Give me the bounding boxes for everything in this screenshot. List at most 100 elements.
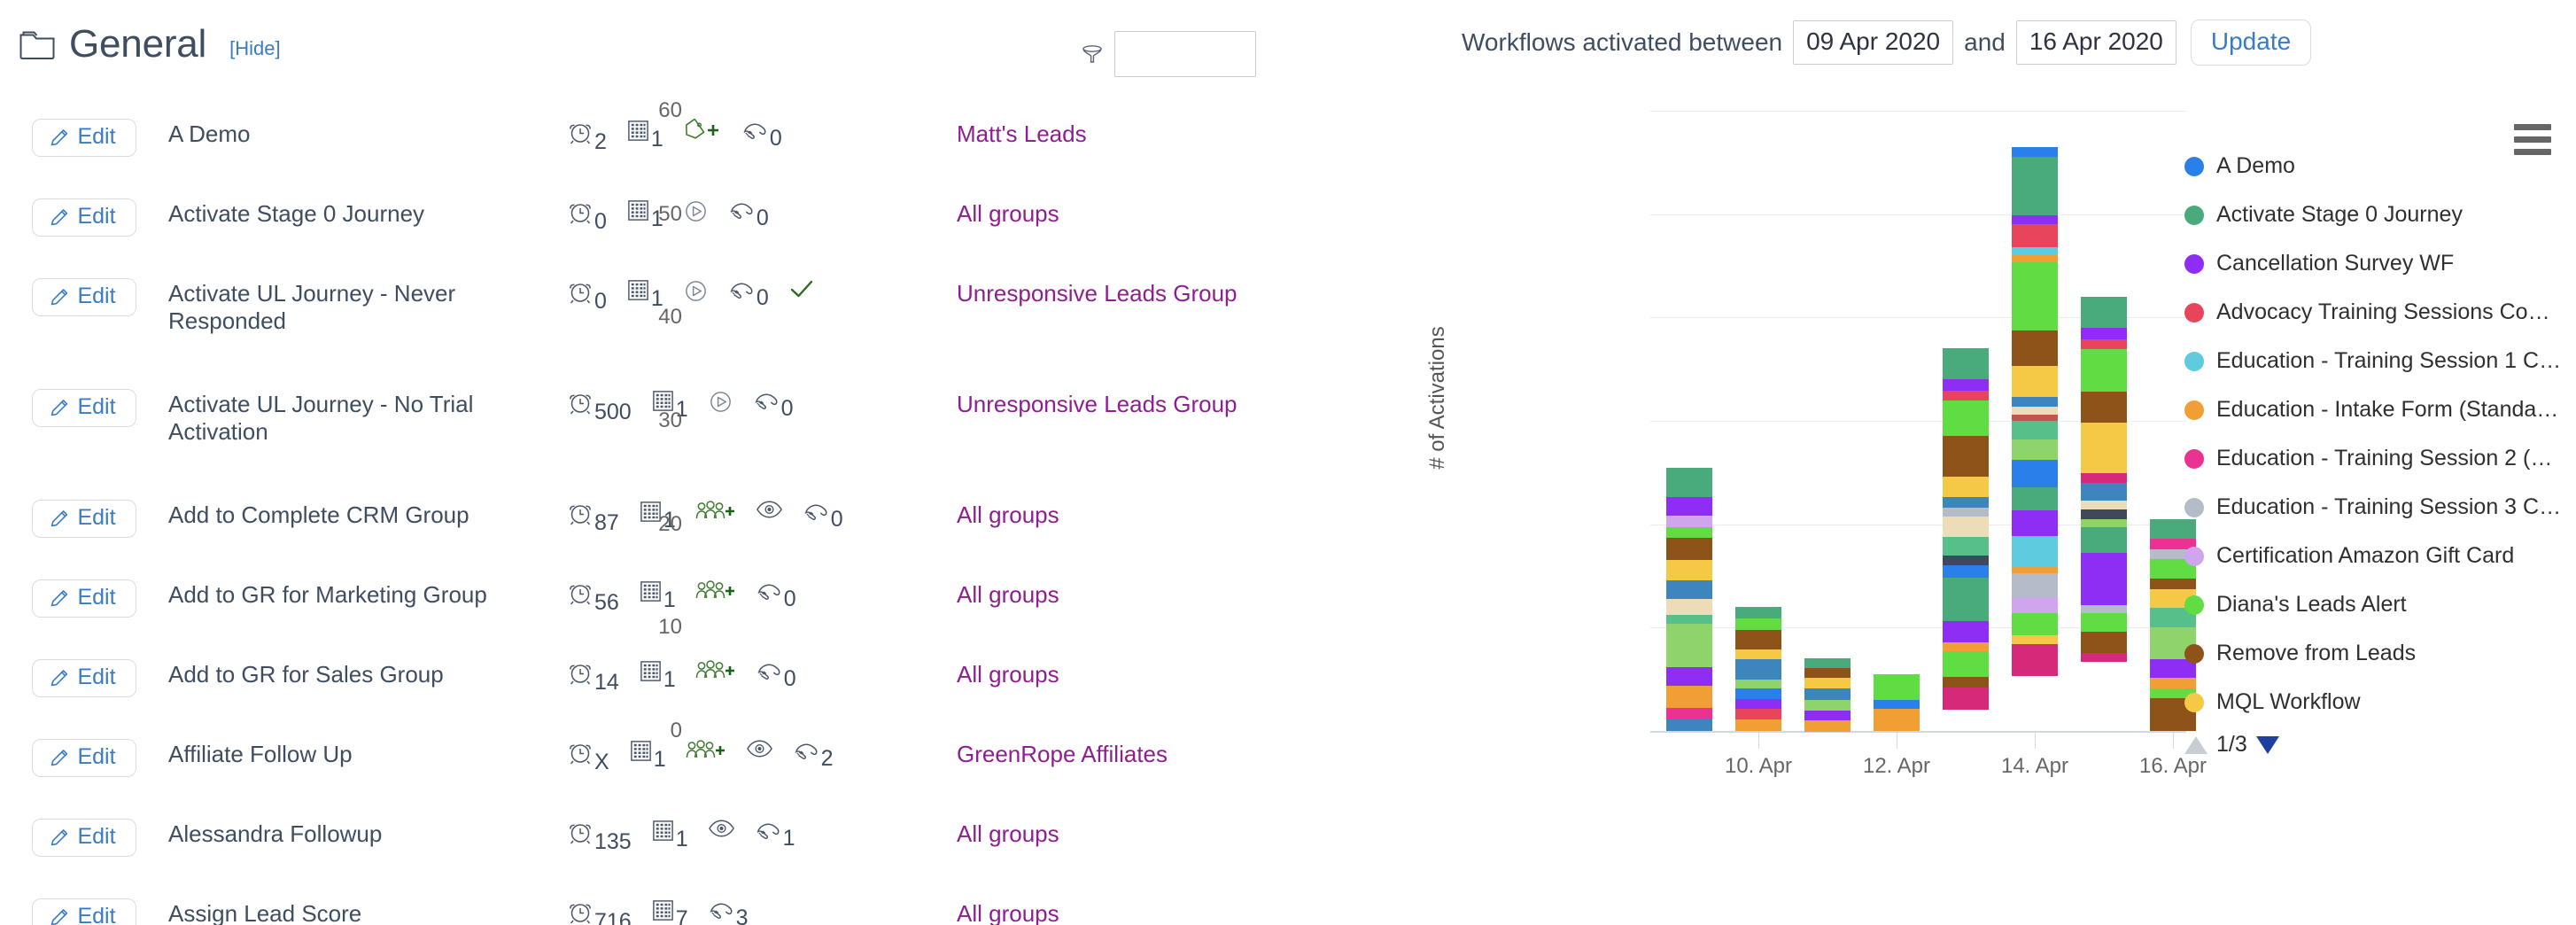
bar-segment[interactable] [1804, 699, 1851, 711]
bar-segment[interactable] [2012, 414, 2058, 421]
eye-icon[interactable] [756, 500, 783, 519]
bar-segment[interactable] [1943, 517, 1989, 537]
bar-segment[interactable] [2012, 366, 2058, 398]
bar-segment[interactable] [2012, 486, 2058, 511]
bar-segment[interactable] [2012, 224, 2058, 247]
bar-segment[interactable] [1666, 598, 1712, 616]
hide-link[interactable]: [Hide] [229, 37, 280, 60]
eye-icon[interactable] [746, 739, 773, 758]
bar-segment[interactable] [2081, 653, 2127, 662]
alarm-clock-icon[interactable]: 2 [567, 119, 607, 153]
legend-item[interactable]: Education - Intake Form (Standard... [2184, 385, 2565, 434]
bar-segment[interactable] [1874, 673, 1920, 700]
bar-column[interactable] [2081, 297, 2127, 731]
alarm-clock-icon[interactable]: 0 [567, 198, 607, 233]
handshake-icon[interactable]: 0 [741, 119, 782, 150]
group-link[interactable]: All groups [957, 895, 1369, 925]
bar-segment[interactable] [2081, 631, 2127, 654]
bar-segment[interactable] [1943, 400, 1989, 437]
bar-segment[interactable] [2081, 553, 2127, 605]
alarm-clock-icon[interactable]: 716 [567, 898, 632, 925]
bar-segment[interactable] [2012, 262, 2058, 331]
bar-segment[interactable] [1943, 476, 1989, 498]
bar-segment[interactable] [1804, 710, 1851, 721]
bar-segment[interactable] [1666, 537, 1712, 561]
bar-segment[interactable] [2081, 518, 2127, 528]
legend-item[interactable]: Education - Training Session 2 (Pr... [2184, 434, 2565, 483]
bar-segment[interactable] [2012, 146, 2058, 158]
legend-item[interactable]: Education - Training Session 3 Co... [2184, 483, 2565, 532]
bar-segment[interactable] [2081, 527, 2127, 554]
bar-segment[interactable] [1943, 687, 1989, 711]
bar-segment[interactable] [1943, 507, 1989, 517]
bar-segment[interactable] [1735, 688, 1781, 699]
handshake-icon[interactable]: 0 [753, 389, 794, 420]
bar-segment[interactable] [1666, 615, 1712, 624]
bar-segment[interactable] [2081, 612, 2127, 632]
legend-item[interactable]: Certification Amazon Gift Card [2184, 532, 2565, 580]
bar-column[interactable] [1943, 348, 1989, 731]
bar-column[interactable] [1666, 467, 1712, 732]
bar-column[interactable] [1804, 658, 1851, 733]
handshake-icon[interactable]: 0 [756, 659, 796, 690]
bar-segment[interactable] [2081, 392, 2127, 424]
bar-segment[interactable] [2012, 510, 2058, 537]
bar-segment[interactable] [1666, 718, 1712, 731]
update-button[interactable]: Update [2190, 19, 2312, 66]
bar-segment[interactable] [1666, 560, 1712, 580]
bar-segment[interactable] [1735, 618, 1781, 630]
legend-item[interactable]: MQL Workflow [2184, 678, 2565, 727]
bar-segment[interactable] [2012, 420, 2058, 439]
bar-segment[interactable] [2012, 254, 2058, 263]
end-date-field[interactable]: 16 Apr 2020 [2015, 20, 2176, 65]
legend-item[interactable]: A Demo [2184, 142, 2565, 190]
bar-segment[interactable] [2012, 214, 2058, 225]
handshake-icon[interactable]: 3 [708, 898, 749, 925]
edit-button[interactable]: Edit [32, 819, 136, 857]
bar-segment[interactable] [1943, 436, 1989, 477]
calendar-grid-icon[interactable]: 1 [651, 819, 688, 851]
group-link[interactable]: GreenRope Affiliates [957, 735, 1369, 768]
group-plus-icon[interactable] [695, 579, 736, 602]
bar-segment[interactable] [2012, 635, 2058, 644]
bar-segment[interactable] [1666, 527, 1712, 538]
bar-column[interactable] [1874, 673, 1920, 731]
bar-segment[interactable] [2012, 330, 2058, 367]
bar-segment[interactable] [1804, 667, 1851, 679]
bar-segment[interactable] [1943, 391, 1989, 400]
bar-segment[interactable] [1804, 720, 1851, 733]
bar-segment[interactable] [2012, 643, 2058, 676]
bar-segment[interactable] [2012, 406, 2058, 415]
edit-button[interactable]: Edit [32, 500, 136, 538]
bar-segment[interactable] [2081, 509, 2127, 519]
handshake-icon[interactable]: 0 [803, 500, 843, 531]
calendar-grid-icon[interactable]: 1 [626, 278, 663, 310]
edit-button[interactable]: Edit [32, 198, 136, 237]
play-circle-icon[interactable] [683, 278, 709, 304]
eye-icon[interactable] [708, 819, 735, 838]
bar-segment[interactable] [1804, 678, 1851, 689]
bar-segment[interactable] [2012, 536, 2058, 568]
group-link[interactable]: Unresponsive Leads Group [957, 385, 1369, 418]
bar-segment[interactable] [1943, 555, 1989, 566]
bar-segment[interactable] [1943, 650, 1989, 678]
group-plus-icon[interactable] [686, 739, 726, 762]
bar-segment[interactable] [1735, 679, 1781, 689]
bar-segment[interactable] [2012, 567, 2058, 574]
check-icon[interactable] [788, 278, 815, 301]
search-input[interactable] [1114, 31, 1256, 77]
play-circle-icon[interactable] [708, 389, 733, 415]
bar-segment[interactable] [2012, 246, 2058, 255]
bar-segment[interactable] [2081, 423, 2127, 474]
tag-plus-icon[interactable] [683, 119, 722, 144]
edit-button[interactable]: Edit [32, 739, 136, 777]
edit-button[interactable]: Edit [32, 278, 136, 316]
group-plus-icon[interactable] [695, 500, 736, 523]
bar-segment[interactable] [1943, 578, 1989, 622]
bar-segment[interactable] [2012, 397, 2058, 407]
group-link[interactable]: Unresponsive Leads Group [957, 275, 1369, 307]
alarm-clock-icon[interactable]: 56 [567, 579, 619, 614]
edit-button[interactable]: Edit [32, 898, 136, 925]
bar-segment[interactable] [1943, 497, 1989, 508]
group-link[interactable]: Matt's Leads [957, 115, 1369, 148]
